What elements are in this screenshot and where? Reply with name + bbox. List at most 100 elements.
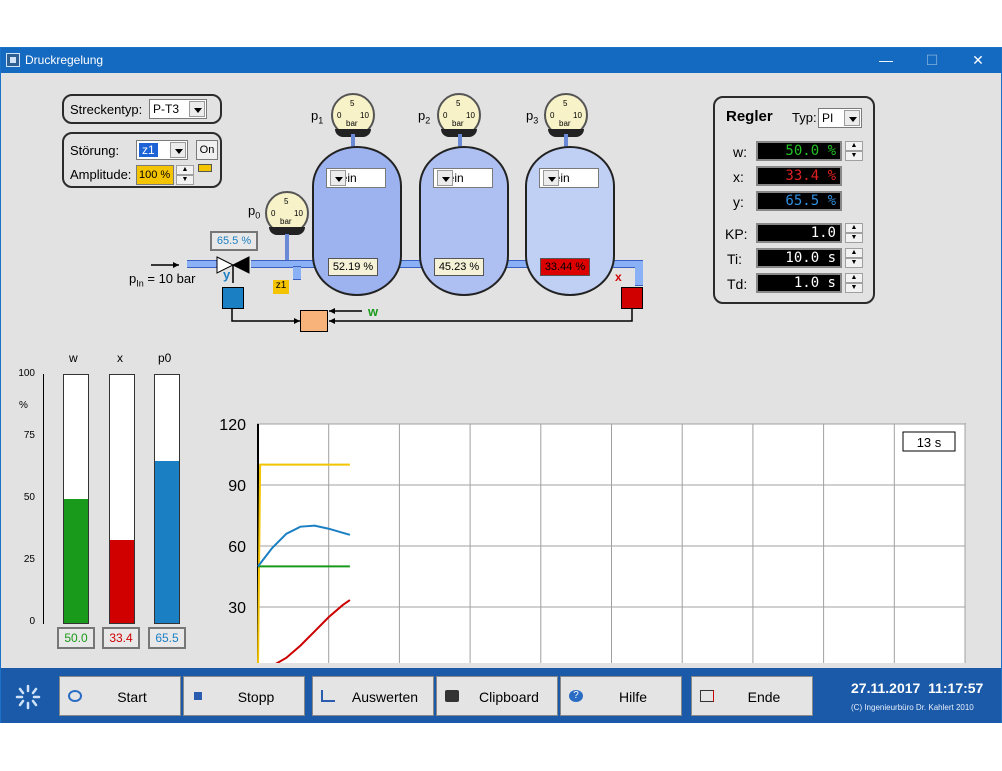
maximize-button[interactable]: ☐ <box>909 48 955 73</box>
td-label: Td: <box>727 276 748 292</box>
tank-3-size-select[interactable]: Klein <box>539 168 599 188</box>
stop-icon <box>194 692 202 700</box>
y-tick-label: 30 <box>228 600 246 617</box>
ti-label: Ti: <box>727 251 743 267</box>
main-window: Druckregelung — ☐ ✕ Streckentyp: P-T3 St… <box>0 47 1002 723</box>
td-spinner[interactable]: ▲ ▼ <box>845 273 863 293</box>
bar-scale-tick: 25 <box>23 554 35 565</box>
y-display: 65.5 % <box>756 191 842 211</box>
bar-value-w: 50.0 <box>57 627 95 649</box>
kp-label: KP: <box>725 226 748 242</box>
chevron-down-icon <box>330 170 346 186</box>
exit-button[interactable]: Ende <box>691 676 813 716</box>
tank-2-size-select[interactable]: Klein <box>433 168 493 188</box>
gauge-tick: 5 <box>284 197 289 206</box>
y-label: y: <box>733 194 744 210</box>
gauge-tick: 0 <box>550 111 555 120</box>
regler-typ-select[interactable]: PI <box>818 108 862 128</box>
gauge-unit: bar <box>346 119 358 128</box>
bar-label-w: w <box>69 351 78 365</box>
stop-button[interactable]: Stopp <box>183 676 305 716</box>
p0-value: 65.5 % <box>210 231 258 251</box>
w-spinner[interactable]: ▲ ▼ <box>845 141 863 161</box>
gauge-p2: 0 5 10 bar <box>437 93 481 137</box>
bar-scale-tick: 50 <box>23 492 35 503</box>
gauge-tick: 10 <box>294 209 303 218</box>
time-readout: 13 s <box>917 435 942 450</box>
x-signal-label: x <box>615 270 622 284</box>
tank-2-value: 45.23 % <box>434 258 484 276</box>
pin-label: pIn = 10 bar <box>129 271 196 289</box>
help-icon: ? <box>569 690 583 702</box>
y-tick-label: 60 <box>228 539 246 556</box>
gauge-tick: 0 <box>443 111 448 120</box>
camera-icon <box>445 690 459 702</box>
z1-label: z1 <box>273 280 289 294</box>
regler-title: Regler <box>726 108 773 125</box>
chevron-down-icon <box>437 170 453 186</box>
gauge-stem <box>285 234 289 260</box>
gauge-tick: 10 <box>573 111 582 120</box>
start-icon <box>68 690 82 702</box>
tank-1-size-select[interactable]: Klein <box>326 168 386 188</box>
bar-value-x: 33.4 <box>102 627 140 649</box>
kp-display: 1.0 <box>756 223 842 243</box>
busy-indicator-icon <box>15 684 41 710</box>
chevron-down-icon <box>543 170 559 186</box>
kp-spinner[interactable]: ▲ ▼ <box>845 223 863 243</box>
bar-p0 <box>154 374 180 624</box>
tank-3-value: 33.44 % <box>540 258 590 276</box>
process-diagram: 0 5 10 bar 0 5 10 bar 0 5 10 bar 0 5 10 … <box>1 48 701 348</box>
regler-panel: Regler Typ: PI w: 50.0 % ▲ ▼ x: 33.4 % y:… <box>713 96 875 304</box>
gauge-unit: bar <box>452 119 464 128</box>
bar-meters: w x p0 100 % 75 50 25 0 50.0 33.4 65.5 <box>1 348 201 658</box>
p1-label: p1 <box>311 108 324 126</box>
minimize-button[interactable]: — <box>863 48 909 73</box>
bar-x <box>109 374 135 624</box>
bar-value-p0: 65.5 <box>148 627 186 649</box>
p0-label: p0 <box>248 203 261 221</box>
x-label: x: <box>733 169 744 185</box>
bar-fill <box>64 499 88 623</box>
chevron-down-icon <box>844 110 860 126</box>
bar-scale-axis <box>43 374 44 624</box>
gauge-tick: 5 <box>456 99 461 108</box>
close-button[interactable]: ✕ <box>955 48 1001 73</box>
w-label: w: <box>733 144 747 160</box>
gauge-tick: 5 <box>563 99 568 108</box>
exit-icon <box>700 690 714 702</box>
y-signal-label: y <box>223 267 231 282</box>
regler-typ-value: PI <box>822 111 834 125</box>
w-display: 50.0 % <box>756 141 842 161</box>
gauge-unit: bar <box>280 217 292 226</box>
evaluate-icon <box>321 690 335 702</box>
p3-label: p3 <box>526 108 539 126</box>
outlet-pipe <box>635 260 643 286</box>
bar-scale-tick: 75 <box>23 430 35 441</box>
tank-1-value: 52.19 % <box>328 258 378 276</box>
start-button[interactable]: Start <box>59 676 181 716</box>
bar-w <box>63 374 89 624</box>
gauge-p3: 0 5 10 bar <box>544 93 588 137</box>
copyright: (C) Ingenieurbüro Dr. Kahlert 2010 <box>851 703 974 712</box>
typ-label: Typ: <box>792 110 817 125</box>
y-tick-label: 120 <box>219 417 246 434</box>
bar-label-x: x <box>117 351 123 365</box>
evaluate-button[interactable]: Auswerten <box>312 676 434 716</box>
gauge-tick: 10 <box>466 111 475 120</box>
clipboard-button[interactable]: Clipboard <box>436 676 558 716</box>
bar-scale-tick: 0 <box>29 616 35 627</box>
gauge-p1: 0 5 10 bar <box>331 93 375 137</box>
p2-label: p2 <box>418 108 431 126</box>
help-button[interactable]: ? Hilfe <box>560 676 682 716</box>
gauge-unit: bar <box>559 119 571 128</box>
gauge-tick: 0 <box>337 111 342 120</box>
bar-fill <box>110 540 134 623</box>
ti-spinner[interactable]: ▲ ▼ <box>845 248 863 268</box>
pipe-segment <box>293 266 301 280</box>
signal-lines <box>231 308 633 324</box>
y-tick-label: 90 <box>228 478 246 495</box>
bar-scale-unit: % <box>19 400 28 411</box>
gauge-tick: 5 <box>350 99 355 108</box>
td-display: 1.0 s <box>756 273 842 293</box>
